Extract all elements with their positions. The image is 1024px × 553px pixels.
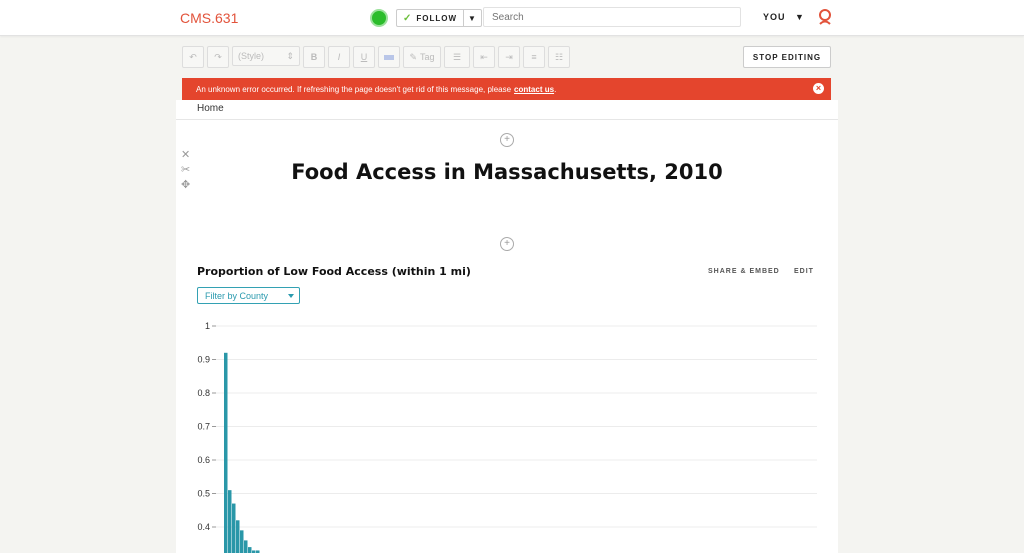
user-menu[interactable]: YOU ▼	[763, 12, 805, 22]
contact-us-link[interactable]: contact us	[514, 85, 554, 94]
highlight-button[interactable]	[378, 46, 400, 68]
align-button[interactable]: ☰	[444, 46, 470, 68]
chart-bar[interactable]	[244, 540, 248, 553]
editor-toolbar: ↶ ↷ (Style) ⇕ B I U ✎ Tag ☰ ⇤ ⇥ ≡ ☷	[182, 46, 570, 68]
align-icon: ☰	[452, 51, 462, 62]
undo-button[interactable]: ↶	[182, 46, 204, 68]
italic-button[interactable]: I	[328, 46, 350, 68]
share-embed-button[interactable]: SHARE & EMBED	[708, 268, 780, 275]
plus-icon: +	[504, 134, 510, 145]
outdent-icon: ⇤	[480, 51, 488, 62]
filter-label: Filter by County	[205, 290, 269, 301]
stop-editing-button[interactable]: STOP EDITING	[743, 46, 831, 68]
plus-icon: +	[504, 238, 510, 249]
chart-bar[interactable]	[228, 490, 232, 553]
add-block-button-middle[interactable]: +	[500, 237, 514, 251]
indent-icon: ⇥	[505, 51, 513, 62]
chart-bar[interactable]	[236, 520, 240, 553]
filter-by-county-dropdown[interactable]: Filter by County	[197, 287, 300, 304]
chart-bar[interactable]	[224, 352, 228, 553]
follow-label: FOLLOW	[416, 13, 458, 23]
follow-dropdown-icon[interactable]: ▼	[463, 10, 481, 26]
chevron-down-icon: ▼	[795, 12, 805, 22]
edit-chart-button[interactable]: EDIT	[794, 268, 814, 275]
follow-button[interactable]: ✓ FOLLOW ▼	[396, 9, 482, 27]
y-tick-label: 0.5	[197, 489, 210, 499]
chart-bar[interactable]	[240, 530, 244, 553]
numbered-list-button[interactable]: ≡	[523, 46, 545, 68]
style-select-label: (Style)	[238, 51, 265, 61]
redo-button[interactable]: ↷	[207, 46, 229, 68]
style-select[interactable]: (Style) ⇕	[232, 46, 300, 66]
bar-chart: 1 0.9 0.8 0.7 0.6 0.5 0.4	[197, 321, 817, 553]
add-block-button-top[interactable]: +	[500, 133, 514, 147]
bulleted-list-button[interactable]: ☷	[548, 46, 570, 68]
breadcrumb[interactable]: Home	[197, 103, 224, 114]
app-logo-icon[interactable]	[817, 8, 833, 26]
user-menu-label: YOU	[763, 12, 786, 22]
top-navigation-bar: CMS.631 ✓ FOLLOW ▼ YOU ▼	[0, 0, 1024, 36]
chart-bar[interactable]	[232, 503, 236, 553]
chart-bar[interactable]	[248, 547, 252, 553]
error-message: An unknown error occurred. If refreshing…	[196, 84, 512, 94]
bold-button[interactable]: B	[303, 46, 325, 68]
pencil-icon: ✎	[409, 51, 418, 62]
underline-button[interactable]: U	[353, 46, 375, 68]
caret-down-icon	[288, 294, 294, 298]
error-banner: An unknown error occurred. If refreshing…	[182, 78, 831, 100]
check-icon: ✓	[403, 12, 413, 24]
outdent-button[interactable]: ⇤	[473, 46, 495, 68]
search-input[interactable]	[483, 7, 741, 27]
breadcrumb-divider	[176, 119, 838, 120]
indent-button[interactable]: ⇥	[498, 46, 520, 68]
bulleted-list-icon: ☷	[554, 51, 564, 62]
tag-label: Tag	[420, 52, 435, 62]
status-indicator-icon	[370, 9, 388, 27]
close-icon[interactable]: ×	[813, 83, 824, 94]
tag-button[interactable]: ✎ Tag	[403, 46, 441, 68]
y-tick-label: 0.8	[197, 388, 210, 398]
page-title: Food Access in Massachusetts, 2010	[291, 160, 723, 184]
select-arrows-icon: ⇕	[286, 50, 294, 61]
follow-label-wrap[interactable]: ✓ FOLLOW	[397, 13, 463, 24]
highlight-icon	[384, 54, 394, 60]
y-tick-label: 0.7	[197, 422, 210, 432]
y-tick-label: 0.9	[197, 355, 210, 365]
site-brand[interactable]: CMS.631	[180, 10, 238, 26]
error-suffix: .	[554, 84, 557, 94]
y-tick-label: 1	[205, 321, 210, 331]
y-tick-label: 0.4	[197, 522, 210, 532]
y-tick-label: 0.6	[197, 455, 210, 465]
chart-title: Proportion of Low Food Access (within 1 …	[197, 265, 471, 278]
numbered-list-icon: ≡	[531, 52, 537, 62]
